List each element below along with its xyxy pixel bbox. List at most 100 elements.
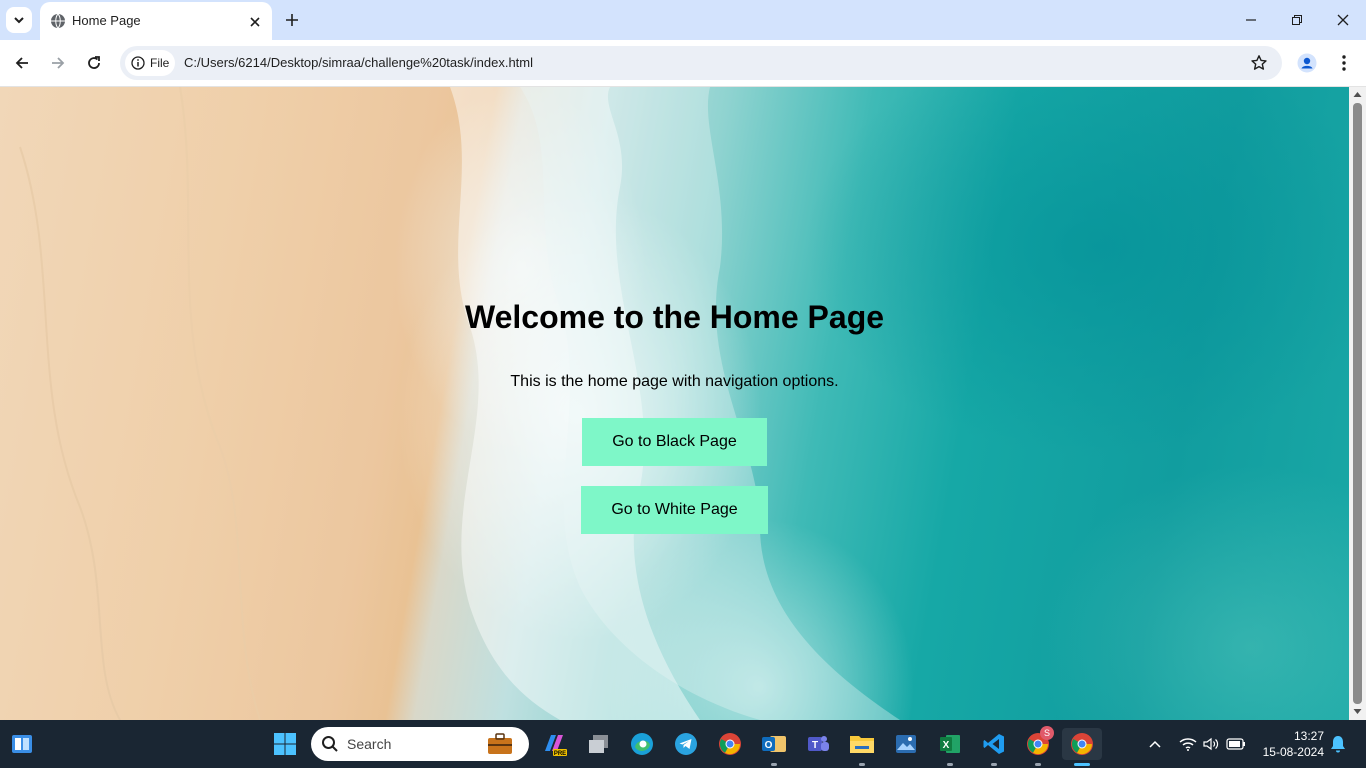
reload-icon	[88, 56, 100, 69]
restore-button[interactable]	[1285, 8, 1309, 32]
notifications-button[interactable]	[1326, 728, 1350, 760]
show-hidden-icons-button[interactable]	[1140, 728, 1170, 760]
profile-icon	[1297, 53, 1317, 73]
clock-date[interactable]: 15-08-2024	[1256, 745, 1324, 759]
chevron-down-icon	[14, 17, 24, 24]
minimize-button[interactable]	[1239, 8, 1263, 32]
go-to-white-page-button[interactable]: Go to White Page	[581, 486, 768, 534]
more-vertical-icon	[1342, 55, 1346, 71]
chrome-active-icon	[1071, 733, 1093, 755]
file-manager-icon	[589, 735, 608, 753]
teams-app[interactable]: T	[802, 728, 834, 760]
close-window-button[interactable]	[1331, 8, 1355, 32]
excel-app[interactable]: X	[934, 728, 966, 766]
photos-app[interactable]	[890, 728, 922, 760]
copilot-pre-icon: PRE	[545, 735, 567, 757]
taskbar-search[interactable]: Search	[311, 727, 529, 761]
globe-icon	[51, 13, 65, 29]
vertical-scrollbar[interactable]	[1349, 87, 1366, 720]
battery-icon	[1226, 738, 1245, 750]
restore-icon	[1292, 15, 1302, 25]
running-indicator	[771, 763, 777, 766]
running-indicator	[947, 763, 953, 766]
briefcase-icon	[488, 733, 512, 754]
arrow-right-icon	[52, 57, 65, 69]
edge-app[interactable]	[626, 728, 658, 760]
volume-icon	[1203, 737, 1219, 751]
running-indicator	[859, 763, 865, 766]
svg-text:T: T	[812, 740, 818, 751]
menu-button[interactable]	[1333, 52, 1355, 74]
file-explorer-icon	[850, 736, 874, 753]
new-tab-button[interactable]	[282, 10, 302, 30]
scroll-up-arrow-icon[interactable]	[1353, 90, 1362, 99]
search-label: Search	[347, 736, 392, 752]
vscode-app[interactable]	[978, 728, 1010, 766]
profile-badge: S	[1040, 726, 1054, 740]
info-icon	[131, 56, 145, 70]
taskbar: Search PRE O T X S 13:27 15-08-2024	[0, 720, 1366, 768]
excel-icon: X	[940, 735, 960, 753]
edge-icon	[631, 733, 653, 755]
chrome-app[interactable]	[714, 728, 746, 760]
telegram-icon	[675, 733, 697, 755]
page-heading: Welcome to the Home Page	[464, 299, 885, 335]
wifi-button[interactable]	[1176, 728, 1200, 760]
back-button[interactable]	[11, 52, 33, 74]
minimize-icon	[1246, 19, 1256, 21]
address-bar[interactable]: File C:/Users/6214/Desktop/simraa/challe…	[120, 46, 1282, 80]
site-info-chip[interactable]: File	[125, 50, 175, 76]
close-tab-button[interactable]	[246, 13, 264, 31]
widgets-button[interactable]	[6, 728, 38, 760]
tab-search-button[interactable]	[6, 7, 32, 33]
go-to-black-page-button[interactable]: Go to Black Page	[582, 418, 767, 466]
page-subtitle: This is the home page with navigation op…	[510, 373, 839, 390]
tab-title: Home Page	[72, 13, 141, 28]
bell-icon	[1331, 736, 1345, 753]
telegram-app[interactable]	[670, 728, 702, 760]
svg-text:O: O	[765, 740, 773, 751]
widgets-icon	[12, 735, 32, 753]
close-icon	[1337, 14, 1349, 26]
active-indicator	[1074, 763, 1090, 766]
running-indicator	[1035, 763, 1041, 766]
site-chip-label: File	[150, 56, 170, 70]
close-icon	[250, 17, 260, 27]
url-text[interactable]: C:/Users/6214/Desktop/simraa/challenge%2…	[184, 55, 533, 70]
chrome-icon	[719, 733, 741, 755]
tab-home-page[interactable]: Home Page	[40, 2, 272, 40]
file-manager-app[interactable]	[582, 728, 614, 760]
tab-strip: Home Page	[0, 0, 1366, 40]
svg-text:PRE: PRE	[554, 751, 566, 757]
outlook-app[interactable]: O	[758, 728, 790, 766]
browser-toolbar: File C:/Users/6214/Desktop/simraa/challe…	[0, 40, 1366, 87]
forward-button[interactable]	[47, 52, 69, 74]
arrow-left-icon	[15, 57, 28, 69]
clock-time[interactable]: 13:27	[1260, 729, 1324, 743]
svg-text:X: X	[943, 740, 950, 751]
start-button[interactable]	[269, 728, 301, 760]
scroll-down-arrow-icon[interactable]	[1353, 707, 1362, 716]
outlook-icon: O	[762, 736, 786, 752]
scrollbar-thumb[interactable]	[1353, 103, 1362, 704]
teams-icon: T	[808, 736, 829, 751]
wifi-icon	[1179, 738, 1197, 751]
page-viewport: Welcome to the Home Page This is the hom…	[0, 87, 1349, 720]
reload-button[interactable]	[83, 52, 105, 74]
chrome-profile-app[interactable]: S	[1022, 726, 1054, 766]
vscode-icon	[983, 734, 1004, 754]
running-indicator	[991, 763, 997, 766]
volume-button[interactable]	[1200, 728, 1222, 760]
chrome-active-app[interactable]	[1062, 728, 1102, 766]
file-explorer-app[interactable]	[846, 728, 878, 766]
photos-icon	[896, 735, 916, 753]
copilot-pre-app[interactable]: PRE	[538, 728, 570, 760]
plus-icon	[286, 14, 298, 26]
chevron-up-icon	[1149, 740, 1161, 748]
bookmark-star-icon[interactable]	[1250, 54, 1268, 72]
start-icon	[274, 733, 296, 755]
battery-button[interactable]	[1224, 728, 1248, 760]
page-content: Welcome to the Home Page This is the hom…	[0, 87, 1349, 720]
search-icon	[322, 736, 338, 752]
profile-button[interactable]	[1296, 52, 1318, 74]
